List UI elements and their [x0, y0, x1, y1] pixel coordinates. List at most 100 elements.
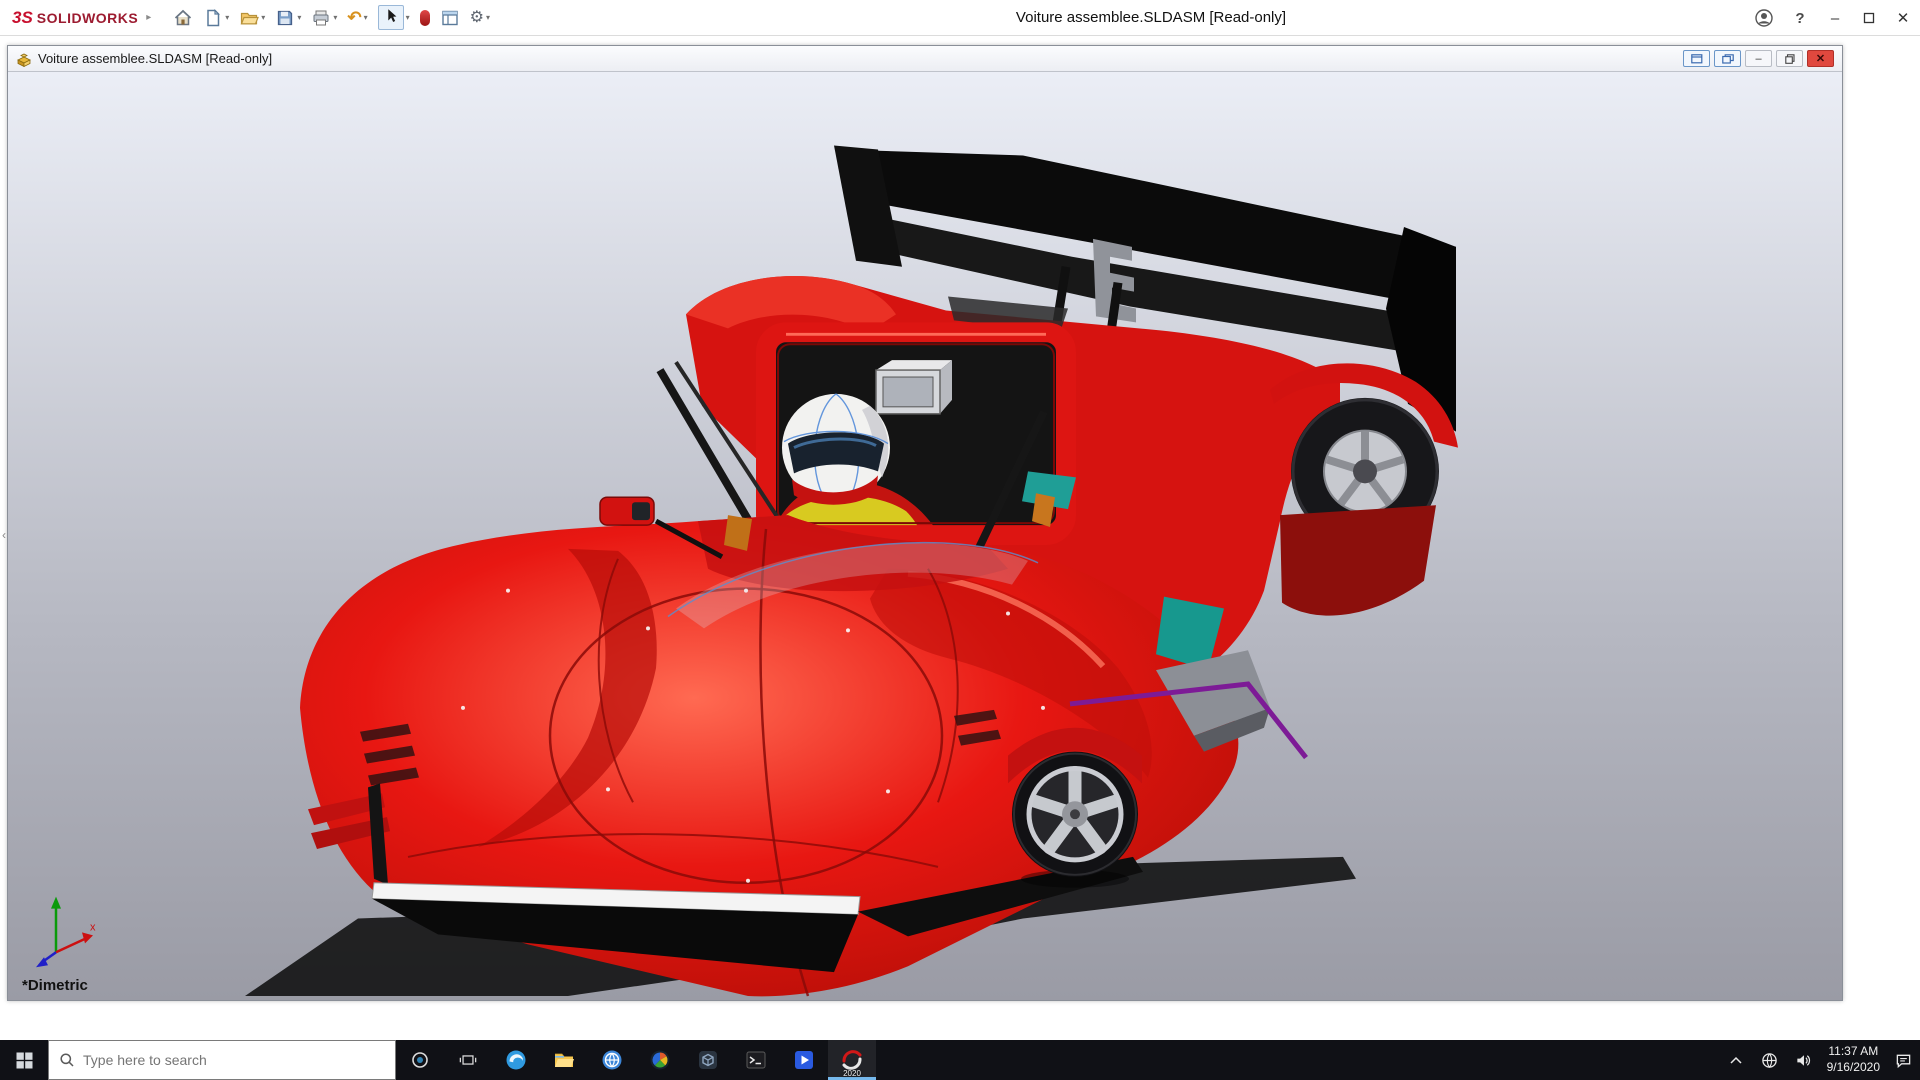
start-button[interactable]	[0, 1040, 48, 1080]
clock-time: 11:37 AM	[1827, 1044, 1880, 1060]
undo-button[interactable]: ↶ ▾	[343, 3, 371, 33]
terminal-icon	[745, 1049, 767, 1071]
help-icon: ?	[1795, 10, 1804, 27]
task-pane-icon	[440, 8, 460, 28]
select-cursor-box[interactable]	[378, 5, 404, 30]
new-window-icon	[1691, 54, 1703, 64]
taskbar-app-edge[interactable]	[492, 1040, 540, 1080]
taskbar-app-cube[interactable]	[684, 1040, 732, 1080]
maximize-icon	[1863, 12, 1875, 24]
taskbar-app-terminal[interactable]	[732, 1040, 780, 1080]
3dexperience-button[interactable]	[416, 3, 434, 33]
new-window-button[interactable]	[1683, 50, 1710, 67]
search-input[interactable]	[83, 1052, 385, 1068]
chevron-down-icon[interactable]: ▾	[486, 13, 490, 22]
chevron-down-icon[interactable]: ▾	[261, 13, 265, 22]
taskbar-app-file-explorer[interactable]	[540, 1040, 588, 1080]
chevron-down-icon[interactable]: ▾	[225, 13, 229, 22]
task-view-icon	[459, 1052, 477, 1068]
action-center-button[interactable]	[1892, 1040, 1914, 1080]
brand-expand-arrow-icon[interactable]: ▸	[146, 12, 151, 23]
titlebar-right-controls: ? – ✕	[1746, 0, 1920, 36]
document-titlebar[interactable]: Voiture assemblee.SLDASM [Read-only] – ✕	[8, 46, 1842, 72]
3dexperience-icon	[420, 10, 430, 26]
cortana-icon	[411, 1051, 429, 1069]
select-cursor-icon	[382, 7, 400, 25]
gear-icon: ⚙	[470, 10, 484, 26]
chevron-down-icon[interactable]: ▾	[297, 13, 301, 22]
doc-restore-button[interactable]	[1776, 50, 1803, 67]
new-document-button[interactable]: ▾	[199, 3, 233, 33]
graphics-viewport[interactable]: x *Dimetric	[8, 72, 1842, 1000]
assembly-document-icon	[16, 51, 32, 67]
account-icon	[1754, 8, 1774, 28]
task-pane-button[interactable]	[436, 3, 464, 33]
chevron-down-icon[interactable]: ▾	[333, 13, 337, 22]
account-button[interactable]	[1746, 0, 1782, 36]
tile-window-icon	[1722, 54, 1734, 64]
taskbar-clock[interactable]: 11:37 AM 9/16/2020	[1827, 1044, 1880, 1075]
tile-window-button[interactable]	[1714, 50, 1741, 67]
document-window: Voiture assemblee.SLDASM [Read-only] – ✕	[7, 45, 1843, 1001]
chevron-down-icon[interactable]: ▾	[406, 13, 410, 22]
chevron-down-icon[interactable]: ▾	[364, 13, 368, 22]
triad-x-label: x	[90, 921, 96, 933]
open-folder-icon	[239, 8, 259, 28]
cortana-button[interactable]	[396, 1040, 444, 1080]
panel-flyout-arrow-icon[interactable]: ‹	[2, 528, 6, 542]
taskbar-app-solidworks[interactable]: 2020	[828, 1040, 876, 1080]
window-title: Voiture assemblee.SLDASM [Read-only]	[1016, 9, 1286, 26]
volume-button[interactable]	[1793, 1040, 1815, 1080]
search-icon	[59, 1052, 75, 1068]
minimize-button[interactable]: –	[1818, 0, 1852, 36]
3d-scene[interactable]: x	[8, 72, 1842, 1000]
edge-icon	[505, 1049, 527, 1071]
maximize-button[interactable]	[1852, 0, 1886, 36]
taskbar-app-browser[interactable]	[588, 1040, 636, 1080]
print-icon	[311, 8, 331, 28]
save-icon	[275, 8, 295, 28]
dark-cube-app-icon	[697, 1049, 719, 1071]
solidworks-client-area: ‹ Voiture assemblee.SLDASM [Read-only] –	[0, 36, 1920, 1040]
close-icon: ✕	[1816, 52, 1825, 65]
action-center-icon	[1895, 1052, 1912, 1069]
home-button[interactable]	[169, 3, 197, 33]
document-window-controls: – ✕	[1683, 50, 1834, 67]
open-button[interactable]: ▾	[235, 3, 269, 33]
chevron-up-icon	[1730, 1056, 1742, 1064]
task-view-button[interactable]	[444, 1040, 492, 1080]
globe-browser-icon	[601, 1049, 623, 1071]
solidworks-version-badge: 2020	[843, 1069, 861, 1078]
restore-icon	[1785, 54, 1795, 64]
quick-access-toolbar: ▾ ▾ ▾ ▾ ↶ ▾ ▾ ⚙	[169, 3, 494, 33]
document-title: Voiture assemblee.SLDASM [Read-only]	[38, 51, 272, 66]
taskbar-search[interactable]	[48, 1040, 396, 1080]
close-button[interactable]: ✕	[1886, 0, 1920, 36]
doc-close-button[interactable]: ✕	[1807, 50, 1834, 67]
taskbar-app-media[interactable]	[780, 1040, 828, 1080]
minimize-icon: –	[1755, 53, 1761, 65]
taskbar-app-photos[interactable]	[636, 1040, 684, 1080]
photos-icon	[649, 1049, 671, 1071]
select-tool-button[interactable]: ▾	[374, 3, 414, 33]
amber-detail	[724, 515, 752, 551]
close-icon: ✕	[1897, 9, 1910, 27]
options-button[interactable]: ⚙ ▾	[466, 3, 494, 33]
network-button[interactable]	[1759, 1040, 1781, 1080]
solidworks-logo: 3S SOLIDWORKS	[12, 8, 138, 28]
network-icon	[1761, 1052, 1778, 1069]
view-orientation-label: *Dimetric	[22, 977, 88, 994]
rearview-mirror[interactable]	[876, 360, 952, 414]
windows-logo-icon	[16, 1052, 33, 1069]
doc-minimize-button[interactable]: –	[1745, 50, 1772, 67]
help-button[interactable]: ?	[1782, 0, 1818, 36]
print-button[interactable]: ▾	[307, 3, 341, 33]
clock-date: 9/16/2020	[1827, 1060, 1880, 1076]
save-button[interactable]: ▾	[271, 3, 305, 33]
volume-icon	[1795, 1052, 1812, 1069]
home-icon	[173, 8, 193, 28]
media-player-icon	[793, 1049, 815, 1071]
app-titlebar: 3S SOLIDWORKS ▸ ▾ ▾ ▾ ▾ ↶ ▾	[0, 0, 1920, 36]
undo-arrow-icon: ↶	[347, 9, 361, 26]
tray-overflow-button[interactable]	[1725, 1040, 1747, 1080]
